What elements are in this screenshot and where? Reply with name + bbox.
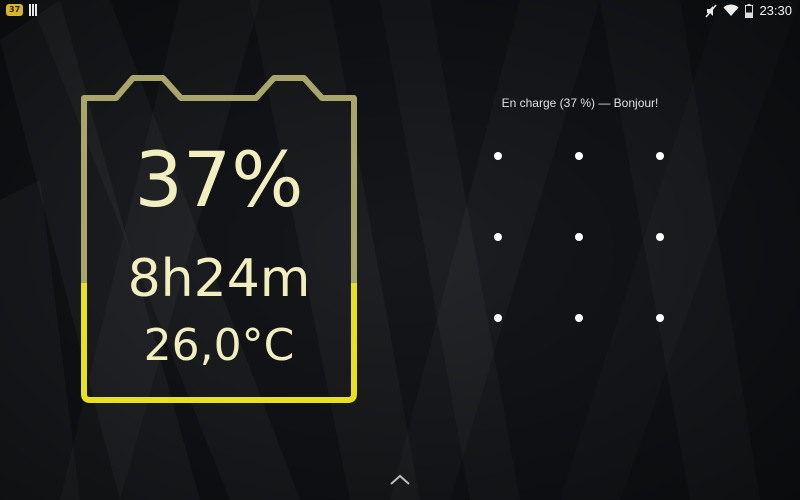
status-bar-system: 23:30 xyxy=(705,3,792,18)
battery-widget[interactable]: 37% 8h24m 26,0°C xyxy=(78,72,364,408)
pattern-dot[interactable] xyxy=(656,152,664,160)
mute-icon xyxy=(705,3,718,18)
battery-percent: 37% xyxy=(134,135,304,224)
battery-temperature: 26,0°C xyxy=(143,320,295,371)
pattern-dot[interactable] xyxy=(575,314,583,322)
pattern-dot[interactable] xyxy=(656,314,664,322)
pattern-dot[interactable] xyxy=(494,152,502,160)
wifi-icon xyxy=(723,4,739,16)
pattern-dot[interactable] xyxy=(656,233,664,241)
barcode-icon xyxy=(29,4,39,16)
charging-status-message: En charge (37 %) — Bonjour! xyxy=(501,96,659,110)
notification-count-badge: 37 xyxy=(6,4,24,16)
pattern-dot[interactable] xyxy=(494,233,502,241)
battery-icon xyxy=(745,3,754,18)
battery-time-remaining: 8h24m xyxy=(127,249,311,309)
pattern-dot[interactable] xyxy=(575,152,583,160)
chevron-up-icon[interactable] xyxy=(388,472,412,486)
status-bar-notifications: 37 xyxy=(6,4,39,16)
pattern-lock-grid[interactable] xyxy=(470,128,690,348)
clock-time: 23:30 xyxy=(759,3,792,18)
pattern-dot[interactable] xyxy=(494,314,502,322)
status-bar: 37 23:30 xyxy=(0,0,800,24)
pattern-dot[interactable] xyxy=(575,233,583,241)
